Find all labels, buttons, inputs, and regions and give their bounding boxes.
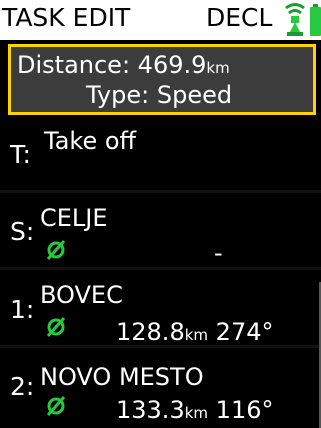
turnpoint-name: BOVEC xyxy=(40,281,123,309)
leg-distance-unit: km xyxy=(184,404,209,422)
task-summary-box[interactable]: Distance: 469.9km Type: Speed xyxy=(8,44,316,115)
turnpoint-info: - xyxy=(214,239,223,267)
declaration-status: DECL xyxy=(206,3,273,32)
leg-distance: 128.8 xyxy=(116,318,185,346)
distance-label: Distance: xyxy=(17,51,131,79)
turnpoint-label: S: xyxy=(10,217,35,246)
no-zone-icon xyxy=(46,240,66,260)
task-distance: Distance: 469.9km xyxy=(17,51,230,82)
distance-value: 469.9 xyxy=(137,51,207,79)
turnpoint-label: T: xyxy=(10,140,31,169)
turnpoint-name: NOVO MESTO xyxy=(40,363,204,391)
turnpoint-start[interactable]: S: CELJE - xyxy=(0,193,321,267)
no-zone-icon xyxy=(46,317,66,337)
no-zone-icon xyxy=(46,396,66,416)
type-value: Speed xyxy=(156,81,233,109)
leg-distance-unit: km xyxy=(184,326,209,344)
turnpoint-2[interactable]: 2: NOVO MESTO 133.3km 116° xyxy=(0,348,321,424)
antenna-icon xyxy=(285,3,305,36)
leg-info: 133.3km 116° xyxy=(116,396,273,427)
leg-bearing: 274° xyxy=(215,318,274,346)
turnpoint-label: 1: xyxy=(10,295,35,324)
turnpoint-takeoff[interactable]: T: Take off xyxy=(0,117,321,191)
leg-distance: 133.3 xyxy=(116,396,185,424)
turnpoint-label: 2: xyxy=(10,372,35,401)
turnpoint-1[interactable]: 1: BOVEC 128.8km 274° xyxy=(0,270,321,346)
type-label: Type: xyxy=(86,81,150,109)
title-bar: TASK EDIT DECL xyxy=(0,0,321,40)
page-title: TASK EDIT xyxy=(2,3,131,32)
turnpoint-name: Take off xyxy=(44,127,137,155)
battery-icon xyxy=(310,4,321,36)
leg-bearing: 116° xyxy=(215,396,274,424)
turnpoint-name: CELJE xyxy=(40,204,108,232)
distance-unit: km xyxy=(206,59,230,77)
task-type: Type: Speed xyxy=(86,81,232,109)
